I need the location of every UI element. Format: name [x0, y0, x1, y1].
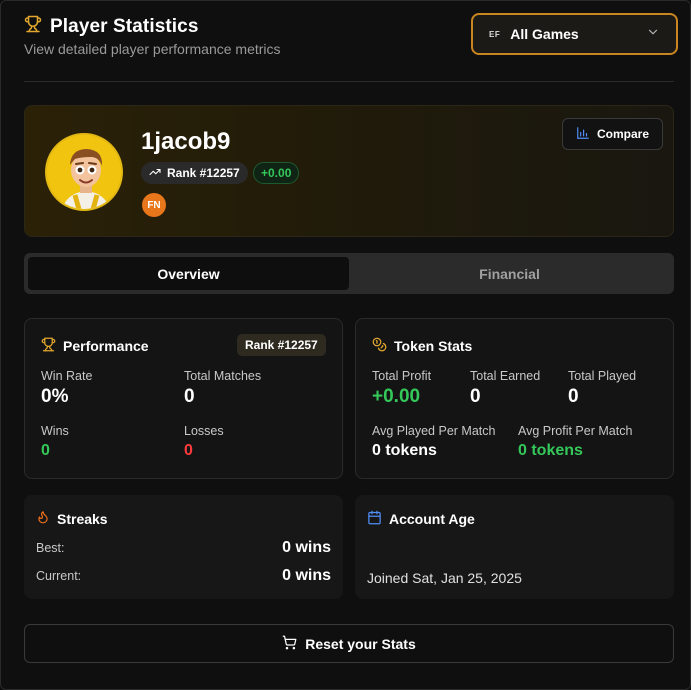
best-streak-label: Best:	[36, 541, 65, 555]
header-divider	[24, 81, 674, 82]
account-age-header: Account Age	[367, 510, 475, 528]
total-earned-value: 0	[470, 386, 481, 407]
reset-stats-label: Reset your Stats	[305, 635, 416, 652]
losses-label: Losses	[184, 424, 224, 438]
performance-header: Performance	[41, 337, 149, 355]
total-profit-value: +0.00	[372, 386, 421, 407]
total-matches-label: Total Matches	[184, 369, 262, 383]
total-matches-value: 0	[184, 386, 195, 407]
token-stats-header: Token Stats	[372, 337, 472, 355]
account-age-title: Account Age	[389, 511, 475, 527]
flame-icon	[36, 510, 50, 527]
game-filter-value: All Games	[510, 26, 579, 42]
game-badge: FN	[142, 193, 166, 217]
reset-stats-button[interactable]: Reset your Stats	[24, 624, 674, 663]
trending-up-icon	[149, 166, 161, 181]
game-filter-dropdown[interactable]: EF All Games	[471, 13, 678, 55]
joined-date: Joined Sat, Jan 25, 2025	[367, 570, 522, 586]
avg-played-label: Avg Played Per Match	[372, 424, 496, 438]
performance-card: Performance Rank #12257 Win Rate 0% Tota…	[24, 318, 343, 479]
token-stats-card: Token Stats Total Profit +0.00 Total Ear…	[355, 318, 674, 479]
compare-button[interactable]: Compare	[562, 118, 663, 150]
bar-chart-icon	[576, 126, 590, 143]
account-age-card: Account Age Joined Sat, Jan 25, 2025	[355, 495, 674, 599]
total-earned-label: Total Earned	[470, 369, 541, 383]
total-profit-label: Total Profit	[372, 369, 432, 383]
profile-card: 1jacob9 Rank #12257 +0.00 FN Compare	[24, 105, 674, 237]
avatar	[45, 133, 123, 211]
token-stats-title: Token Stats	[394, 338, 473, 354]
performance-rank-badge: Rank #12257	[237, 334, 326, 356]
profit-delta-badge: +0.00	[253, 162, 300, 184]
current-streak-value: 0 wins	[282, 567, 331, 584]
username: 1jacob9	[141, 128, 231, 155]
avg-profit-value: 0 tokens	[518, 442, 583, 459]
tab-financial[interactable]: Financial	[349, 257, 670, 290]
streaks-header: Streaks	[36, 510, 108, 527]
streaks-title: Streaks	[57, 510, 108, 527]
coins-icon	[372, 337, 387, 355]
page-title: Player Statistics	[50, 15, 199, 37]
win-rate-value: 0%	[41, 386, 69, 407]
calendar-icon	[367, 510, 382, 528]
total-played-label: Total Played	[568, 369, 637, 383]
current-streak-label: Current:	[36, 569, 82, 583]
shopping-cart-icon	[282, 635, 297, 653]
trophy-icon	[41, 337, 56, 355]
chevron-down-icon	[646, 25, 660, 44]
trophy-icon	[24, 15, 42, 38]
wins-label: Wins	[41, 424, 69, 438]
compare-label: Compare	[596, 127, 649, 141]
page-header: Player Statistics View detailed player p…	[24, 13, 679, 71]
avg-played-value: 0 tokens	[372, 442, 437, 459]
view-tabs: Overview Financial	[24, 253, 674, 294]
streaks-card: Streaks Best: 0 wins Current: 0 wins	[24, 495, 343, 599]
performance-title: Performance	[63, 338, 149, 354]
tab-overview[interactable]: Overview	[28, 257, 349, 290]
total-played-value: 0	[568, 386, 579, 407]
wins-value: 0	[41, 442, 50, 459]
rank-text: Rank #12257	[167, 166, 240, 180]
losses-value: 0	[184, 442, 193, 459]
avg-profit-label: Avg Profit Per Match	[518, 424, 633, 438]
stats-panel: Player Statistics View detailed player p…	[0, 0, 691, 690]
best-streak-value: 0 wins	[282, 539, 331, 556]
rank-badge: Rank #12257	[141, 162, 248, 184]
win-rate-label: Win Rate	[41, 369, 93, 383]
game-logo-icon: EF	[489, 29, 501, 39]
